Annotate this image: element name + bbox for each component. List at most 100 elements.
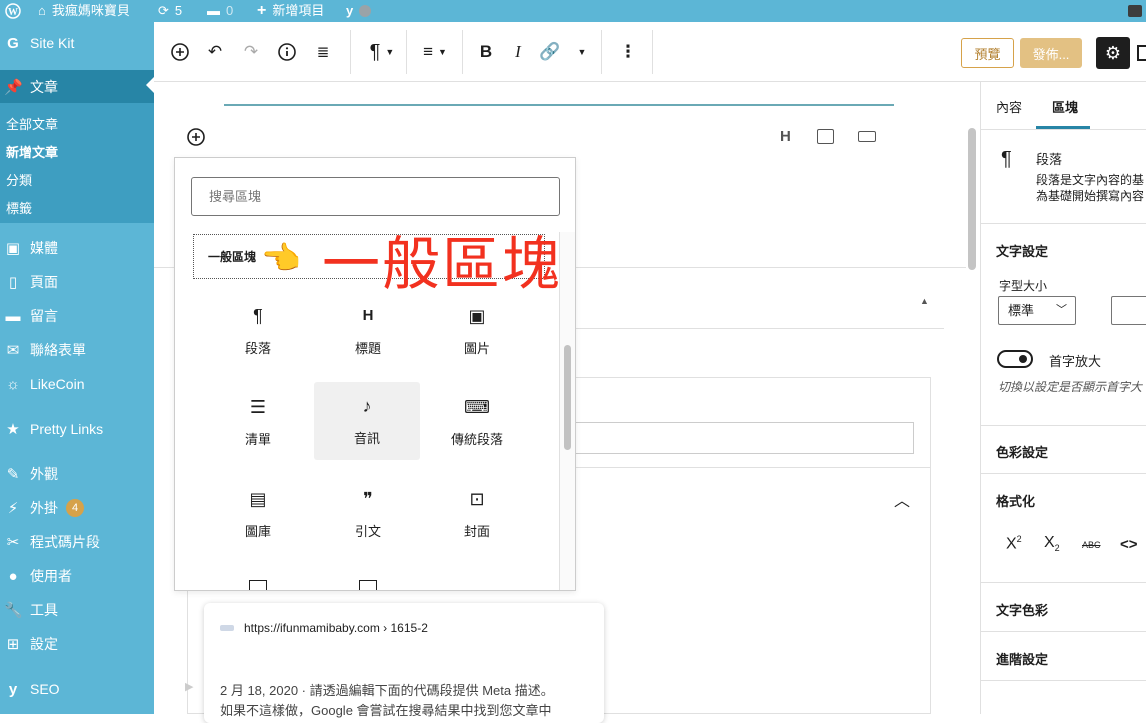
image-shortcut-icon[interactable] <box>817 129 834 144</box>
block-image[interactable]: ▣ 圖片 <box>424 292 530 370</box>
sidebar-item-settings[interactable]: ⊞ 設定 <box>0 629 154 659</box>
video-icon[interactable] <box>359 580 377 590</box>
redo-icon[interactable]: ↷ <box>239 40 263 64</box>
block-label: 封面 <box>463 523 490 539</box>
more-formats-chevron-icon[interactable]: ▼ <box>574 40 590 64</box>
block-classic[interactable]: ⌨ 傳統段落 <box>424 383 530 461</box>
updates-link[interactable]: ⟳ 5 <box>158 0 182 22</box>
toolbar-divider <box>462 30 463 74</box>
sidebar-item-comments[interactable]: ▬ 留言 <box>0 301 154 331</box>
block-audio[interactable]: ♪ 音訊 <box>314 382 420 460</box>
tab-block[interactable]: 區塊 <box>1052 97 1078 116</box>
text-settings-title[interactable]: 文字設定 <box>996 241 1048 260</box>
sidebar-item-seo[interactable]: y SEO <box>0 674 154 704</box>
plugins-update-badge: 4 <box>66 499 84 517</box>
block-paragraph[interactable]: ¶ 段落 <box>205 292 311 370</box>
submenu-tags[interactable]: 標籤 <box>0 195 154 223</box>
snippet-line: 2 月 18, 2020 · 請透過編輯下面的代碼段提供 Meta 描述。 <box>220 683 554 698</box>
sidebar-item-media[interactable]: ▣ 媒體 <box>0 233 154 263</box>
drop-cap-toggle[interactable] <box>997 350 1033 368</box>
more-options-icon[interactable]: ⋮ <box>616 40 640 64</box>
color-settings-title[interactable]: 色彩設定 <box>996 442 1048 461</box>
align-icon[interactable]: ≡ ▼ <box>416 40 454 64</box>
admin-sidebar: G Site Kit 📌 文章 全部文章 新增文章 分類 標籤 ▣ 媒體 ▯ 頁… <box>0 22 154 714</box>
submenu-new-post[interactable]: 新增文章 <box>0 139 154 167</box>
yoast-icon: y <box>8 680 18 698</box>
block-label: 段落 <box>244 340 271 356</box>
settings-gear-icon[interactable]: ⚙ <box>1096 37 1130 69</box>
posts-submenu: 全部文章 新增文章 分類 標籤 <box>0 103 154 223</box>
link-icon[interactable]: 🔗 <box>538 40 562 64</box>
submenu-all-posts[interactable]: 全部文章 <box>0 111 154 139</box>
new-item-link[interactable]: + 新增項目 <box>257 0 324 22</box>
formatting-title[interactable]: 格式化 <box>996 491 1035 510</box>
advanced-settings-title[interactable]: 進階設定 <box>996 649 1048 668</box>
collapse-up-icon[interactable]: ▲ <box>920 296 929 306</box>
drop-cap-help: 切換以設定是否顯示首字大 <box>998 380 1143 394</box>
inline-code-icon[interactable]: <> <box>1120 536 1138 553</box>
block-cover[interactable]: ⊡ 封面 <box>424 475 530 553</box>
block-card-description: 段落是文字內容的基 為基礎開始撰寫內容 <box>1036 172 1144 204</box>
info-icon[interactable] <box>275 40 299 64</box>
sidebar-item-appearance[interactable]: ✎ 外觀 <box>0 459 154 489</box>
add-block-icon[interactable] <box>168 40 192 64</box>
subscript-icon[interactable]: X2 <box>1044 534 1060 553</box>
block-list[interactable]: ☰ 清單 <box>205 383 311 461</box>
image-icon: ▣ <box>468 305 486 326</box>
block-quote[interactable]: ❞ 引文 <box>315 475 421 553</box>
custom-font-size-input[interactable] <box>1111 296 1146 325</box>
chevron-up-icon[interactable]: ︿ <box>894 487 910 511</box>
site-name: 我瘋媽咪寶貝 <box>51 3 130 18</box>
heading-shortcut-icon[interactable]: H <box>780 128 791 145</box>
superscript-icon[interactable]: X2 <box>1006 534 1022 553</box>
block-label: 傳統段落 <box>450 431 503 447</box>
music-note-icon: ♪ <box>362 395 372 416</box>
preview-button[interactable]: 預覽 <box>961 38 1014 68</box>
publish-button[interactable]: 發佈... <box>1020 38 1082 68</box>
caret-right-icon[interactable]: ▶ <box>185 680 193 693</box>
submenu-categories[interactable]: 分類 <box>0 167 154 195</box>
font-size-value: 標準 <box>1008 303 1035 318</box>
folder-icon[interactable] <box>249 580 267 590</box>
focus-keyphrase-input[interactable] <box>574 422 914 454</box>
notifications-icon[interactable] <box>1128 0 1142 22</box>
comments-link[interactable]: ▬ 0 <box>207 0 233 22</box>
mail-icon: ✉ <box>6 342 20 359</box>
cover-shortcut-icon[interactable] <box>858 131 876 142</box>
tab-document[interactable]: 內容 <box>996 97 1022 116</box>
metabox-divider <box>574 328 944 329</box>
inline-add-block-icon[interactable] <box>186 127 206 152</box>
undo-icon[interactable]: ↶ <box>203 40 227 64</box>
paragraph-transform-icon[interactable]: ¶ ▼ <box>362 40 402 64</box>
font-size-select[interactable]: 標準 ﹀ <box>998 296 1076 325</box>
bold-icon[interactable]: B <box>474 40 498 64</box>
outline-icon[interactable]: ≣ <box>311 40 335 64</box>
sidebar-item-tools[interactable]: 🔧 工具 <box>0 595 154 625</box>
block-card-title: 段落 <box>1036 152 1063 167</box>
block-search-input[interactable] <box>191 177 560 216</box>
block-heading[interactable]: H 標題 <box>315 292 421 370</box>
yoast-link[interactable]: y <box>346 0 372 22</box>
more-menu-icon[interactable] <box>1137 45 1146 61</box>
wordpress-logo-icon[interactable]: W <box>5 0 21 22</box>
media-icon: ▣ <box>5 240 21 257</box>
category-label: 一般區塊 <box>208 250 257 264</box>
sidebar-item-pages[interactable]: ▯ 頁面 <box>0 267 154 297</box>
sidebar-item-code-snippets[interactable]: ✂ 程式碼片段 <box>0 527 154 557</box>
sidebar-item-plugins[interactable]: ⚡ 外掛 4 <box>0 493 154 523</box>
sidebar-item-likecoin[interactable]: ☼ LikeCoin <box>0 369 154 399</box>
site-name-link[interactable]: ⌂ 我瘋媽咪寶貝 <box>38 0 130 22</box>
sidebar-item-pretty-links[interactable]: ★ Pretty Links <box>0 414 154 444</box>
plus-icon: + <box>257 2 267 19</box>
panel-divider <box>981 473 1146 474</box>
sidebar-item-contact-forms[interactable]: ✉ 聯絡表單 <box>0 335 154 365</box>
sidebar-item-posts[interactable]: 📌 文章 <box>0 70 154 103</box>
sidebar-item-site-kit[interactable]: G Site Kit <box>0 28 154 58</box>
text-color-title[interactable]: 文字色彩 <box>996 600 1048 619</box>
sidebar-item-users[interactable]: ● 使用者 <box>0 561 154 591</box>
italic-icon[interactable]: I <box>506 40 530 64</box>
inserter-scrollbar[interactable] <box>564 345 571 450</box>
editor-scrollbar[interactable] <box>968 128 976 270</box>
block-gallery[interactable]: ▤ 圖庫 <box>205 475 311 553</box>
strikethrough-icon[interactable]: ABC <box>1082 540 1101 550</box>
